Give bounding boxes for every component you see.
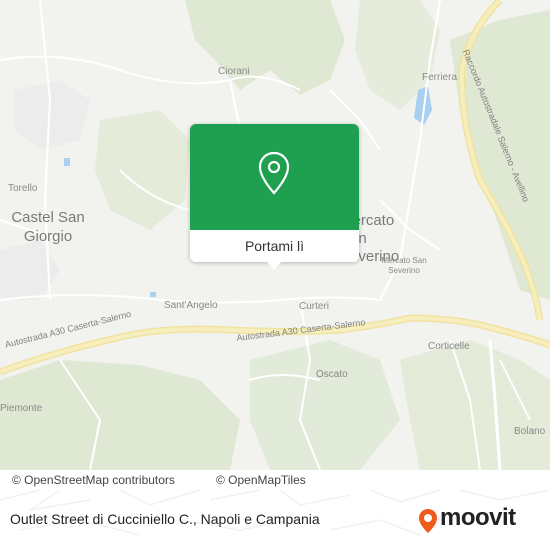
map-label-curteri: Curteri xyxy=(299,301,330,312)
footer: Outlet Street di Cucciniello C., Napoli … xyxy=(0,490,550,550)
map-label-oscato: Oscato xyxy=(316,369,348,380)
popup-tail xyxy=(266,261,282,270)
map-label-piemonte: Piemonte xyxy=(0,403,43,414)
moovit-logo[interactable]: moovit xyxy=(418,502,538,536)
take-me-there-button[interactable]: Portami lì xyxy=(190,230,359,262)
map-label-castel-san-giorgio: Castel San Giorgio xyxy=(11,209,85,245)
map-label-sant-angelo: Sant'Angelo xyxy=(164,300,218,311)
map-label-ciorani: Ciorani xyxy=(218,66,250,77)
map-label-corticelle: Corticelle xyxy=(428,341,470,352)
moovit-logo-icon xyxy=(418,508,438,539)
map-attribution: © OpenStreetMap contributors © OpenMapTi… xyxy=(0,470,550,490)
map-label-mercato-san-severino-small: Mercato San Severino xyxy=(381,256,427,275)
moovit-logo-text: moovit xyxy=(440,504,516,531)
map[interactable]: Castel San Giorgio Mercato San Severino … xyxy=(0,0,550,470)
map-label-ferriera: Ferriera xyxy=(422,72,458,83)
map-label-torello: Torello xyxy=(8,183,38,194)
place-title: Outlet Street di Cucciniello C., Napoli … xyxy=(10,511,320,527)
popup-header xyxy=(190,124,359,230)
osm-attribution-link[interactable]: © OpenStreetMap contributors xyxy=(12,470,175,490)
map-label-bolano: Bolano xyxy=(514,426,546,437)
location-popup: Portami lì xyxy=(190,124,359,262)
openmaptiles-attribution-link[interactable]: © OpenMapTiles xyxy=(216,470,306,490)
